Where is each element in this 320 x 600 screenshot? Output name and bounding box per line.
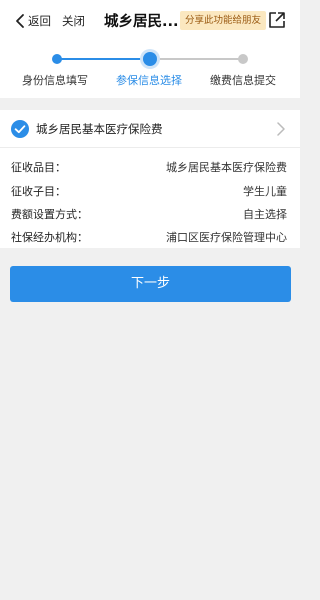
back-label: 返回	[28, 14, 51, 28]
external-link-icon[interactable]	[268, 11, 286, 29]
page: 返回 关闭 城乡居民... 分享此功能给朋友 身份信息填写 参保信息选择 缴费信…	[0, 0, 300, 600]
chevron-left-icon	[16, 14, 24, 28]
info-value: 学生儿童	[243, 185, 287, 198]
share-button[interactable]: 分享此功能给朋友	[180, 11, 267, 30]
info-label: 费额设置方式：	[11, 208, 88, 221]
chevron-right-icon	[277, 122, 285, 136]
next-button[interactable]: 下一步	[10, 266, 291, 302]
info-row-fee-setting: 费额设置方式： 自主选择	[0, 203, 300, 225]
step-connector	[150, 58, 243, 60]
info-value: 自主选择	[243, 208, 287, 221]
info-label: 征收子目：	[11, 185, 66, 198]
step-dot-3	[238, 54, 248, 64]
step-label-3: 缴费信息提交	[210, 74, 276, 87]
info-row-collection-item: 征收品目： 城乡居民基本医疗保险费	[0, 156, 300, 178]
top-bar: 返回 关闭 城乡居民... 分享此功能给朋友	[0, 0, 300, 42]
close-button[interactable]: 关闭	[62, 13, 85, 29]
info-value: 城乡居民基本医疗保险费	[166, 161, 287, 174]
step-dot-1	[52, 54, 62, 64]
insurance-name: 城乡居民基本医疗保险费	[36, 122, 163, 136]
check-circle-icon	[11, 120, 29, 138]
step-label-1: 身份信息填写	[22, 74, 88, 87]
step-label-2: 参保信息选择	[116, 74, 182, 87]
insurance-option[interactable]: 城乡居民基本医疗保险费	[0, 110, 300, 148]
step-indicator: 身份信息填写 参保信息选择 缴费信息提交	[0, 42, 300, 98]
step-connector	[57, 58, 150, 60]
page-title: 城乡居民...	[104, 14, 179, 30]
info-value: 浦口区医疗保险管理中心	[166, 231, 287, 244]
info-row-agency: 社保经办机构： 浦口区医疗保险管理中心	[0, 226, 300, 248]
info-label: 社保经办机构：	[11, 231, 88, 244]
info-row-collection-subitem: 征收子目： 学生儿童	[0, 180, 300, 202]
section-divider	[0, 98, 300, 110]
insurance-card: 城乡居民基本医疗保险费 征收品目： 城乡居民基本医疗保险费 征收子目： 学生儿童…	[0, 110, 300, 248]
step-dot-2	[143, 52, 157, 66]
back-button[interactable]: 返回	[14, 11, 51, 31]
info-label: 征收品目：	[11, 161, 66, 174]
